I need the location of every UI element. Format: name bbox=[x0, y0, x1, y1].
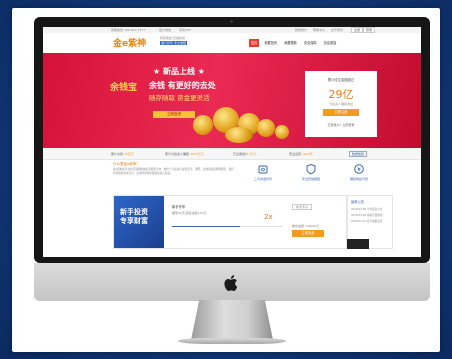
main-nav: 首页 我要投资 我要借款 安全保障 信息披露 bbox=[249, 39, 338, 47]
stat-value: 1800天 bbox=[301, 152, 313, 156]
newbie-product-card: 新手投资 专享财富 新手专享 期限30天 起投金额100元 2x 新手专享 剩余金… bbox=[113, 195, 347, 249]
nav-borrow[interactable]: 我要借款 bbox=[282, 39, 299, 47]
qr-code-block bbox=[347, 239, 369, 249]
feature-label: 安全稳健保障 bbox=[301, 177, 320, 181]
stat-label: 累计为投资人赚取 bbox=[165, 152, 190, 156]
gold-coin-icon bbox=[225, 127, 253, 143]
product-progress-fill bbox=[172, 226, 241, 227]
product-invest-button[interactable]: 立即投资 bbox=[292, 230, 324, 237]
gold-coin-icon bbox=[275, 125, 289, 139]
hero-banner[interactable]: ★ 新品上线 ★ 余钱宝 余钱 有更好的去处 随存随取 资金更灵活 立即投资 累… bbox=[43, 53, 421, 148]
stat-item: 累计交易 29亿元 bbox=[111, 152, 134, 156]
site-logo[interactable]: 金e紫神 bbox=[113, 36, 146, 49]
apple-logo-icon bbox=[224, 275, 238, 291]
safe-icon bbox=[258, 165, 268, 174]
gold-coin-icon bbox=[257, 119, 275, 137]
notice-item[interactable]: 2018-03-08 平台运营公告 bbox=[351, 207, 382, 211]
product-tag: 新手专享 bbox=[292, 204, 313, 210]
notice-item[interactable]: 2018-03-01 春节放假安排 bbox=[351, 219, 382, 223]
banner-product-logo: 余钱宝 bbox=[110, 83, 138, 93]
intro-text: 金e紫神是专业的互联网金融信息服务平台，致力于为投资人提供安全、透明、高效的投资… bbox=[113, 168, 234, 175]
stat-value: 9000万元 bbox=[189, 152, 204, 156]
slogan: 财富收益 稳健投资 银行存管 安全保障 bbox=[160, 36, 187, 45]
nav-home[interactable]: 首页 bbox=[249, 39, 260, 47]
newbie-title: 新手投资 专享财富 bbox=[120, 208, 148, 226]
invest-card-amount: 29亿 bbox=[328, 88, 354, 101]
site-header: 金e紫神 财富收益 稳健投资 银行存管 安全保障 首页 我要投资 我要借款 安全… bbox=[43, 33, 421, 53]
banner-cta-button[interactable]: 立即投资 bbox=[153, 111, 195, 118]
product-name[interactable]: 新手专享 bbox=[172, 204, 185, 209]
camera-icon bbox=[230, 20, 233, 23]
intro-title[interactable]: 什么是金e紫神？ bbox=[113, 162, 235, 167]
nav-security[interactable]: 安全保障 bbox=[302, 39, 319, 47]
topbar-link-about[interactable]: 关于我们 bbox=[331, 28, 343, 32]
topbar-link-account[interactable]: 我的账户 bbox=[295, 28, 307, 32]
invest-card-login-link[interactable]: 已有账户？立即登录 bbox=[305, 123, 377, 127]
imac-stand bbox=[191, 300, 273, 340]
slogan-top: 财富收益 稳健投资 bbox=[160, 36, 185, 40]
feature-safety[interactable]: 安全稳健保障 bbox=[291, 163, 331, 187]
hotline-text: 客服热线 400-007-1577 bbox=[111, 28, 146, 32]
feature-custody[interactable]: 三方资金托管 bbox=[243, 163, 283, 187]
platform-intro: 什么是金e紫神？ 金e紫神是专业的互联网金融信息服务平台，致力于为投资人提供安全… bbox=[113, 162, 235, 188]
notice-item[interactable]: 2018-03-06 系统升级通知 bbox=[351, 213, 382, 217]
stat-item: 累计为投资人赚取 9000万元 bbox=[165, 152, 204, 156]
stat-value: 29亿元 bbox=[123, 152, 134, 156]
feature-label: 三方资金托管 bbox=[253, 177, 272, 181]
product-progress-bar bbox=[172, 226, 282, 227]
banner-tagline: 随存随取 资金更灵活 bbox=[149, 94, 210, 102]
stat-label: 累计交易 bbox=[111, 152, 124, 156]
stat-value: 5万人 bbox=[248, 152, 257, 156]
newbie-title-line1: 新手投资 bbox=[120, 208, 148, 216]
nav-invest[interactable]: 我要投资 bbox=[262, 39, 279, 47]
shield-icon bbox=[306, 163, 316, 175]
feature-returns[interactable]: 理财收益可观 bbox=[339, 163, 379, 187]
invest-card-sub: 为投资人赚取收益 bbox=[328, 102, 353, 106]
banner-headline-text: 新品上线 bbox=[162, 67, 195, 76]
feature-label: 理财收益可观 bbox=[349, 177, 368, 181]
product-remaining-amount: 剩余金额 100000元 bbox=[292, 224, 320, 228]
topbar-link-help[interactable]: 帮助中心 bbox=[313, 28, 325, 32]
stat-item: 安全运营 1800天 bbox=[289, 152, 313, 156]
website-screen: 客服热线 400-007-1577 官方微信 手机APP 我的账户 帮助中心 关… bbox=[43, 27, 421, 257]
data-disclosure-button[interactable]: 数据披露 bbox=[349, 151, 368, 157]
weixin-link[interactable]: 官方微信 bbox=[159, 28, 171, 32]
invest-summary-card: 累计成交金额超过 29亿 为投资人赚取收益 立即注册 已有账户？立即登录 bbox=[305, 71, 377, 137]
newbie-title-line2: 专享财富 bbox=[120, 217, 148, 225]
banner-headline: ★ 新品上线 ★ bbox=[153, 67, 205, 76]
imac-stand-base bbox=[178, 338, 286, 344]
nav-disclosure[interactable]: 信息披露 bbox=[322, 39, 339, 47]
stat-label: 安全运营 bbox=[289, 152, 302, 156]
stats-bar: 累计交易 29亿元 累计为投资人赚取 9000万元 已注册用户 5万人 安全运营… bbox=[43, 148, 421, 160]
stat-label: 已注册用户 bbox=[233, 152, 249, 156]
gold-coin-icon bbox=[193, 115, 213, 135]
app-link[interactable]: 手机APP bbox=[179, 28, 191, 32]
product-rate: 2x bbox=[264, 213, 273, 221]
imac-chin bbox=[34, 263, 430, 301]
coin-icon bbox=[354, 164, 364, 174]
stat-item: 已注册用户 5万人 bbox=[233, 152, 257, 156]
newbie-promo-panel[interactable]: 新手投资 专享财富 bbox=[114, 196, 164, 248]
invest-card-register-button[interactable]: 立即注册 bbox=[323, 109, 359, 116]
banner-subhead: 余钱 有更好的去处 bbox=[149, 81, 216, 90]
invest-card-label: 累计成交金额超过 bbox=[327, 78, 355, 82]
imac-display: 客服热线 400-007-1577 官方微信 手机APP 我的账户 帮助中心 关… bbox=[34, 17, 430, 263]
slogan-bottom: 银行存管 安全保障 bbox=[160, 41, 187, 45]
notice-title: 最新公告 bbox=[351, 200, 365, 204]
product-desc: 期限30天 起投金额100元 bbox=[172, 211, 207, 215]
